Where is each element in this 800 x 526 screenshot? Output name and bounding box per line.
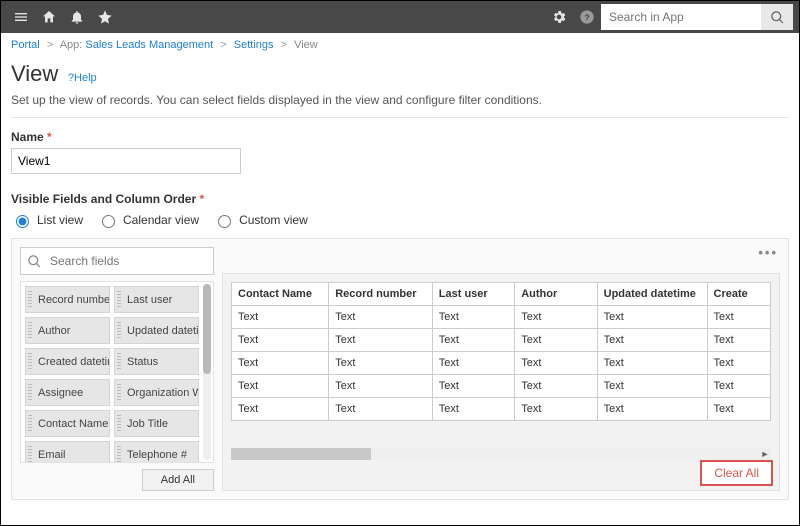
page-title: View (11, 61, 58, 87)
table-cell: Text (329, 398, 433, 421)
grid-hscroll-thumb[interactable] (231, 448, 371, 460)
breadcrumb-app-prefix: App: (60, 39, 86, 51)
radio-custom-view[interactable]: Custom view (213, 212, 308, 228)
table-cell: Text (597, 375, 707, 398)
table-cell: Text (707, 398, 770, 421)
table-cell: Text (515, 398, 597, 421)
table-header[interactable]: Last user (432, 283, 514, 306)
search-icon (27, 254, 42, 269)
field-chip[interactable]: Last user (114, 286, 199, 313)
help-icon[interactable]: ? (573, 1, 601, 33)
table-cell: Text (432, 398, 514, 421)
visible-fields-label: Visible Fields and Column Order * (11, 192, 789, 206)
table-cell: Text (515, 352, 597, 375)
table-header[interactable]: Author (515, 283, 597, 306)
table-cell: Text (597, 306, 707, 329)
radio-calendar-view[interactable]: Calendar view (97, 212, 199, 228)
breadcrumb-current: View (294, 39, 318, 51)
table-header[interactable]: Record number (329, 283, 433, 306)
table-cell: Text (597, 398, 707, 421)
table-cell: Text (707, 329, 770, 352)
field-chip[interactable]: Organization Website (114, 379, 199, 406)
name-label: Name * (11, 130, 789, 144)
field-chip[interactable]: Updated datetime (114, 317, 199, 344)
table-cell: Text (232, 375, 329, 398)
table-cell: Text (707, 375, 770, 398)
view-name-input[interactable] (11, 148, 241, 174)
app-search-input[interactable] (601, 4, 761, 30)
table-cell: Text (232, 329, 329, 352)
table-cell: Text (432, 306, 514, 329)
breadcrumb-portal[interactable]: Portal (11, 39, 40, 51)
field-chip[interactable]: Job Title (114, 410, 199, 437)
table-cell: Text (707, 306, 770, 329)
field-chip[interactable]: Email (25, 441, 110, 463)
svg-text:?: ? (584, 12, 589, 22)
app-search-button[interactable] (761, 4, 793, 30)
clear-all-button[interactable]: Clear All (700, 460, 773, 486)
table-cell: Text (515, 306, 597, 329)
more-icon[interactable]: ••• (758, 245, 778, 260)
table-cell: Text (432, 352, 514, 375)
search-icon (770, 10, 785, 25)
field-search[interactable] (20, 247, 214, 275)
help-link[interactable]: ?Help (68, 72, 97, 84)
breadcrumb: Portal > App: Sales Leads Management > S… (1, 33, 799, 55)
table-cell: Text (329, 375, 433, 398)
breadcrumb-settings[interactable]: Settings (234, 39, 274, 51)
preview-table: Contact NameRecord numberLast userAuthor… (231, 282, 771, 421)
star-icon[interactable] (91, 1, 119, 33)
table-row: TextTextTextTextTextText (232, 329, 771, 352)
radio-list-view[interactable]: List view (11, 212, 83, 228)
table-cell: Text (329, 306, 433, 329)
table-cell: Text (597, 352, 707, 375)
field-chip[interactable]: Record number (25, 286, 110, 313)
field-chip[interactable]: Telephone # (114, 441, 199, 463)
table-row: TextTextTextTextTextText (232, 306, 771, 329)
fields-scrollbar-thumb[interactable] (203, 284, 211, 374)
add-all-button[interactable]: Add All (142, 469, 214, 491)
field-chip[interactable]: Created datetime (25, 348, 110, 375)
table-cell: Text (232, 306, 329, 329)
breadcrumb-app[interactable]: Sales Leads Management (85, 39, 213, 51)
table-header[interactable]: Updated datetime (597, 283, 707, 306)
table-header[interactable]: Contact Name (232, 283, 329, 306)
field-chip[interactable]: Contact Name (25, 410, 110, 437)
table-cell: Text (432, 329, 514, 352)
table-cell: Text (432, 375, 514, 398)
table-header[interactable]: Create (707, 283, 770, 306)
page-description: Set up the view of records. You can sele… (11, 93, 789, 107)
grid-hscrollbar[interactable]: ◄ ► (231, 448, 771, 460)
table-cell: Text (707, 352, 770, 375)
field-search-input[interactable] (48, 253, 207, 269)
table-cell: Text (232, 352, 329, 375)
table-cell: Text (329, 352, 433, 375)
table-row: TextTextTextTextTextText (232, 398, 771, 421)
field-chip[interactable]: Status (114, 348, 199, 375)
gear-icon[interactable] (545, 1, 573, 33)
table-cell: Text (597, 329, 707, 352)
table-row: TextTextTextTextTextText (232, 375, 771, 398)
home-icon[interactable] (35, 1, 63, 33)
menu-icon[interactable] (7, 1, 35, 33)
table-cell: Text (515, 329, 597, 352)
field-chip[interactable]: Author (25, 317, 110, 344)
field-chip[interactable]: Assignee (25, 379, 110, 406)
table-cell: Text (515, 375, 597, 398)
bell-icon[interactable] (63, 1, 91, 33)
table-cell: Text (232, 398, 329, 421)
table-cell: Text (329, 329, 433, 352)
table-row: TextTextTextTextTextText (232, 352, 771, 375)
